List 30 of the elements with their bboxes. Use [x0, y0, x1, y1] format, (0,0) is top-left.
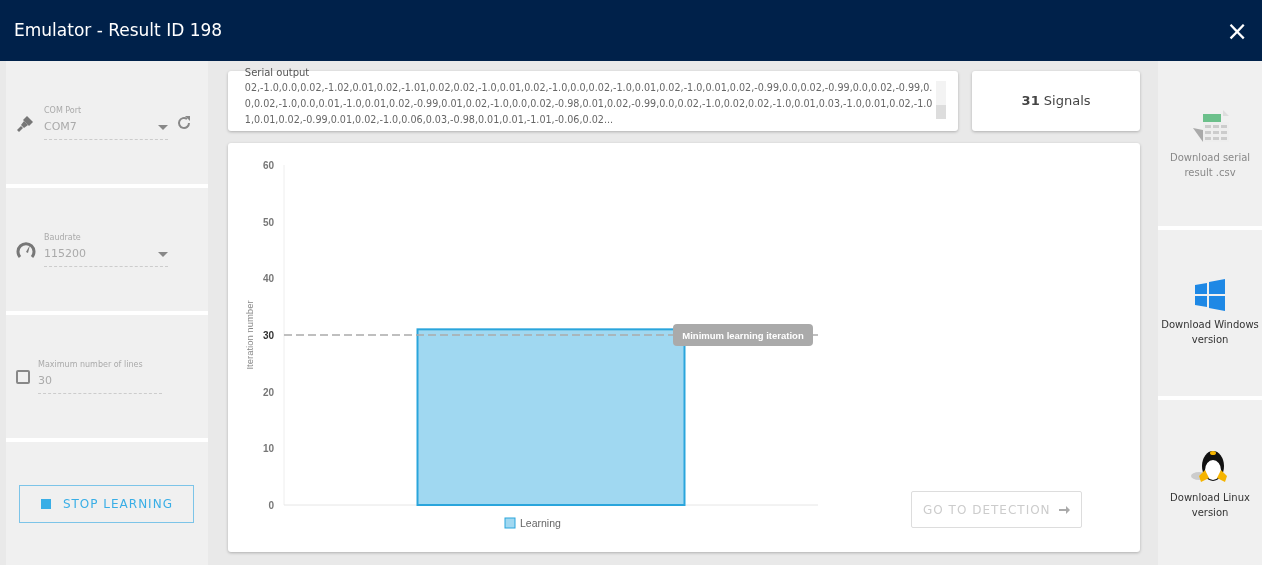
- close-button[interactable]: ×: [1226, 17, 1248, 44]
- y-tick-label: 0: [268, 500, 274, 511]
- serial-output-text: 02,-1.0,0.0,0.02,-1.02,0.01,0.02,-1.01,0.02,0.02,-1.0,0.01,0.02,-1.0,0.0,0.02,-1.0,0.01,0.02,-1.0,0.01,0.02,-0.99,0.0,0.02,-0.99,0.0,0.02,-0.99,0.0,0.02,-1.0,0.0,0.01,-1.0,0.01,0.02,-0.99,0.01,0.02,-1.0,0.0,0.02,-0.98,0.01,0.02,-0.99,0.0,0.02,-1.0,0.02,0.02,-1.0,0.01,0.03,-1.0,0.01,0.02,-1.01,0.01,0.02,-0.99,0.01,0.02,-1.0,0.06,0.03,-0.98,0.01,0.01,-1.01,-0.06,0.02...: [244, 81, 934, 127]
- y-tick-label: 40: [262, 273, 274, 285]
- y-tick-label: 20: [262, 386, 274, 398]
- y-tick-label: 50: [262, 216, 274, 228]
- window-title: Emulator - Result ID 198: [14, 18, 223, 42]
- field-label: COM Port: [44, 105, 83, 118]
- field-label: Maximum number of lines: [38, 359, 144, 372]
- arrow-right-icon: [1058, 504, 1070, 515]
- download-button[interactable]: Download Linux version: [1158, 399, 1262, 565]
- legend-label: Learning: [519, 517, 561, 529]
- stop-icon: [40, 498, 51, 509]
- serial-output-label: Serial output: [244, 66, 310, 80]
- y-tick-label: 60: [262, 160, 274, 171]
- legend-swatch: [504, 517, 516, 529]
- annotation: Minimum learning iteration: [682, 329, 804, 341]
- caret-icon: [158, 251, 168, 258]
- y-tick-label: 10: [262, 443, 274, 455]
- y-tick-label: 30: [262, 330, 274, 341]
- caret-icon: [158, 124, 168, 131]
- stop-learning-button[interactable]: STOP LEARNING: [19, 484, 195, 523]
- gauge-icon: [16, 239, 36, 260]
- scrollbar[interactable]: [936, 81, 947, 119]
- windows-logo-icon: [1195, 279, 1226, 311]
- threshold-label: Minimum learning iteration: [672, 324, 813, 346]
- signal-count: 31 Signals: [1021, 92, 1091, 111]
- field-label: Baudrate: [44, 232, 82, 245]
- download-button[interactable]: Download Windows version: [1158, 230, 1262, 396]
- axis-title: Iteration number: [243, 300, 255, 370]
